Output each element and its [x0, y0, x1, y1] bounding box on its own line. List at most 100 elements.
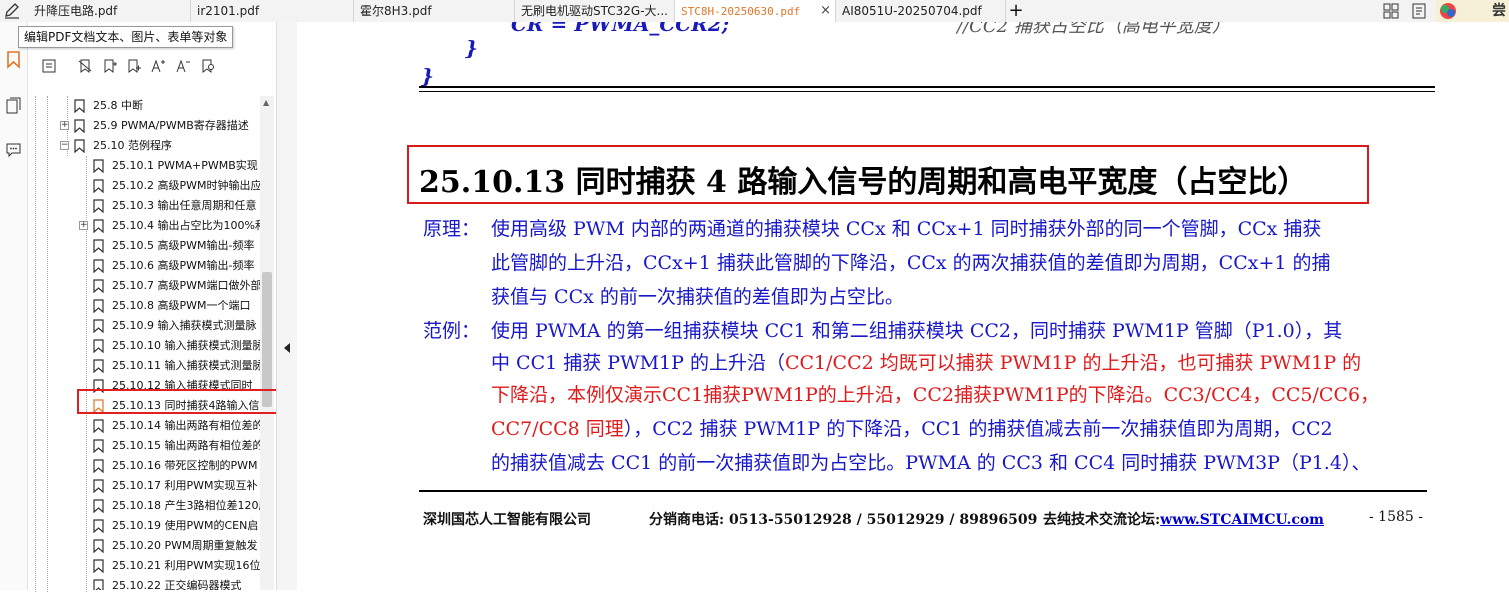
- bookmark-label: 25.8 中断: [93, 99, 143, 112]
- bookmark-icon: [74, 119, 85, 133]
- bookmark-item[interactable]: 25.8 中断: [28, 96, 264, 116]
- bookmark-item[interactable]: 25.10.10 输入捕获模式测量脉: [28, 336, 264, 356]
- bookmark-icon: [93, 339, 104, 353]
- bookmark-label: 25.10.10 输入捕获模式测量脉: [112, 339, 264, 352]
- bookmark-icon: [93, 519, 104, 533]
- close-tab-icon[interactable]: ×: [820, 0, 831, 22]
- document-list-icon[interactable]: [1410, 2, 1428, 20]
- bookmark-item[interactable]: 25.10.8 高级PWM一个端口: [28, 296, 264, 316]
- principle-label: 原理：: [423, 218, 481, 240]
- increase-font-icon[interactable]: [150, 58, 166, 74]
- bookmark-item[interactable]: 25.10.20 PWM周期重复触发: [28, 536, 264, 556]
- example-line: 中 CC1 捕获 PWM1P 的上升沿（CC1/CC2 均既可以捕获 PWM1P…: [491, 348, 1361, 375]
- tab-label: STC8H-20250630.pdf: [681, 5, 801, 18]
- bookmark-icon: [93, 359, 104, 373]
- tab-2[interactable]: ir2101.pdf: [191, 0, 354, 22]
- example-label: 范例：: [423, 320, 481, 342]
- tab-4[interactable]: 无刷电机驱动STC32G-大...: [515, 0, 675, 22]
- bookmark-item[interactable]: 25.10.18 产生3路相位差120度: [28, 496, 264, 516]
- bookmark-item[interactable]: 25.10.21 利用PWM实现16位: [28, 556, 264, 576]
- collapse-icon[interactable]: −: [60, 141, 69, 150]
- new-tab-button[interactable]: +: [1006, 0, 1026, 22]
- bookmark-item[interactable]: 25.10.7 高级PWM端口做外部: [28, 276, 264, 296]
- tab-5-active[interactable]: STC8H-20250630.pdf ×: [675, 0, 836, 22]
- bookmark-label: 25.10.18 产生3路相位差120度: [112, 499, 264, 512]
- edit-pdf-icon[interactable]: [3, 2, 21, 20]
- logo-icon: [1440, 3, 1456, 19]
- bookmark-list: 25.8 中断 +25.9 PWMA/PWMB寄存器描述 − 25.10 范例程序 25…: [28, 94, 264, 590]
- footer-url-link[interactable]: www.STCAIMCU.com: [1160, 512, 1324, 528]
- divider-rule: [419, 91, 1435, 92]
- tab-1[interactable]: 升降压电路.pdf: [28, 0, 191, 22]
- bookmark-icon: [93, 199, 104, 213]
- bookmark-panel: 25.8 中断 +25.9 PWMA/PWMB寄存器描述 − 25.10 范例程序 25…: [28, 22, 276, 592]
- footer-forum: 去纯技术交流论坛:www.STCAIMCU.com: [1043, 509, 1324, 529]
- bookmark-item[interactable]: 25.10.17 利用PWM实现互补: [28, 476, 264, 496]
- bookmark-label: 25.10.22 正交编码器模式: [112, 579, 242, 590]
- tab-label: 升降压电路.pdf: [34, 4, 118, 18]
- bookmark-item[interactable]: 25.10.11 输入捕获模式测量脉: [28, 356, 264, 376]
- bookmark-icon: [93, 539, 104, 553]
- bookmark-label: 25.10.2 高级PWM时钟输出应: [112, 179, 262, 192]
- panel-collapse-strip[interactable]: [276, 22, 298, 590]
- collapse-panel-icon[interactable]: [283, 342, 291, 354]
- bookmark-item[interactable]: 25.10.22 正交编码器模式: [28, 576, 264, 590]
- divider-rule: [419, 86, 1435, 88]
- bookmark-item[interactable]: +25.10.4 输出占空比为100%和: [28, 216, 264, 236]
- bookmark-item[interactable]: 25.10.6 高级PWM输出-频率: [28, 256, 264, 276]
- bookmark-item[interactable]: 25.10.19 使用PWM的CEN启: [28, 516, 264, 536]
- pages-panel-icon[interactable]: [4, 96, 23, 115]
- bookmark-label: 25.10.1 PWMA+PWMB实现: [112, 159, 258, 172]
- footer-rule: [419, 490, 1427, 492]
- tab-bar: 升降压电路.pdf ir2101.pdf 霍尔8H3.pdf 无刷电机驱动STC…: [0, 0, 1509, 41]
- bookmark-label: 25.10.14 输出两路有相位差的: [112, 419, 264, 432]
- tab-3[interactable]: 霍尔8H3.pdf: [354, 0, 515, 22]
- pdf-page: CR = PWMA_CCR2; //CC2 捕获占空比（高电平宽度） } } 2…: [297, 22, 1509, 590]
- bookmark-label: 25.10.17 利用PWM实现互补: [112, 479, 258, 492]
- find-bookmark-icon[interactable]: [200, 58, 216, 74]
- bookmark-label: 25.10.4 输出占空比为100%和: [112, 219, 264, 232]
- section-heading-box: 25.10.13 同时捕获 4 路输入信号的周期和高电平宽度（占空比）: [407, 145, 1369, 204]
- bookmark-item[interactable]: 25.10.16 带死区控制的PWM: [28, 456, 264, 476]
- expand-icon[interactable]: +: [60, 121, 69, 130]
- bookmark-item[interactable]: 25.10.1 PWMA+PWMB实现: [28, 156, 264, 176]
- add-bookmark-icon[interactable]: [102, 58, 118, 74]
- example-text-red: CC7/CC8 同理: [491, 418, 624, 440]
- bookmark-item[interactable]: 25.10.15 输出两路有相位差的: [28, 436, 264, 456]
- footer-phone: 分销商电话: 0513-55012928 / 55012929 / 898965…: [649, 512, 1038, 528]
- bookmark-scrollbar[interactable]: ▲: [260, 96, 274, 590]
- bookmark-icon: [93, 419, 104, 433]
- comments-panel-icon[interactable]: [4, 140, 23, 159]
- bookmark-item[interactable]: 25.10.5 高级PWM输出-频率: [28, 236, 264, 256]
- example-line: 的捕获值减去 CC1 的前一次捕获值即为占空比。PWMA 的 CC3 和 CC4…: [491, 452, 1371, 474]
- bookmark-item[interactable]: +25.9 PWMA/PWMB寄存器描述: [28, 116, 264, 136]
- grid-view-icon[interactable]: [1382, 2, 1400, 20]
- bookmark-item[interactable]: − 25.10 范例程序: [28, 136, 264, 156]
- bookmark-icon: [74, 139, 85, 153]
- code-line: CR = PWMA_CCR2;: [511, 22, 730, 36]
- bookmark-item[interactable]: 25.10.3 输出任意周期和任意: [28, 196, 264, 216]
- example-line-red: 下降沿，本例仅演示CC1捕获PWM1P的上升沿，CC2捕获PWM1P的下降沿。C…: [491, 384, 1380, 406]
- scroll-up-icon[interactable]: ▲: [263, 98, 269, 107]
- bookmark-icon: [93, 179, 104, 193]
- scrollbar-thumb[interactable]: [262, 272, 272, 407]
- footer-company: 深圳国芯人工智能有限公司: [423, 512, 591, 528]
- page-number: - 1585 -: [1369, 509, 1423, 525]
- tab-label: AI8051U-20250704.pdf: [842, 4, 982, 18]
- tab-6[interactable]: AI8051U-20250704.pdf: [836, 0, 1006, 22]
- bookmark-item[interactable]: 25.10.14 输出两路有相位差的: [28, 416, 264, 436]
- bookmark-item[interactable]: 25.10.2 高级PWM时钟输出应: [28, 176, 264, 196]
- bookmark-panel-icon[interactable]: [4, 50, 23, 69]
- expand-icon[interactable]: +: [79, 221, 88, 230]
- bookmark-label: 25.10.19 使用PWM的CEN启: [112, 519, 259, 532]
- bookmark-icon: [93, 319, 104, 333]
- tab-label: 霍尔8H3.pdf: [360, 4, 432, 18]
- add-child-bookmark-icon[interactable]: [126, 58, 142, 74]
- bookmark-item[interactable]: 25.10.9 输入捕获模式测量脉: [28, 316, 264, 336]
- bookmark-label: 25.10.3 输出任意周期和任意: [112, 199, 257, 212]
- example-line: 使用 PWMA 的第一组捕获模块 CC1 和第二组捕获模块 CC2，同时捕获 P…: [491, 320, 1343, 342]
- bookmark-label: 25.10.5 高级PWM输出-频率: [112, 239, 255, 252]
- delete-bookmark-icon[interactable]: [77, 58, 93, 74]
- decrease-font-icon[interactable]: [175, 58, 191, 74]
- collapse-all-icon[interactable]: [41, 58, 57, 74]
